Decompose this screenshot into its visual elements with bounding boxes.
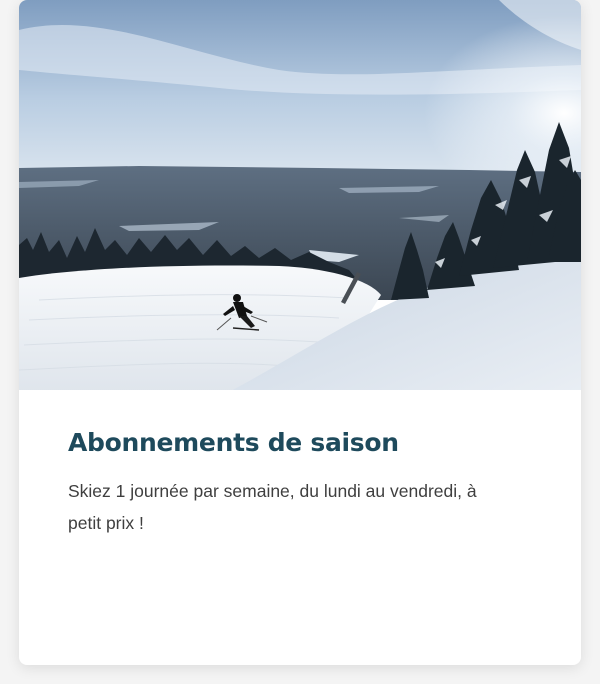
ski-slope-photo — [19, 0, 581, 390]
card-title[interactable]: Abonnements de saison — [68, 425, 399, 461]
card-description: Skiez 1 journée par semaine, du lundi au… — [68, 481, 477, 533]
season-pass-card[interactable]: Abonnements de saison Skiez 1 journée pa… — [19, 0, 581, 665]
